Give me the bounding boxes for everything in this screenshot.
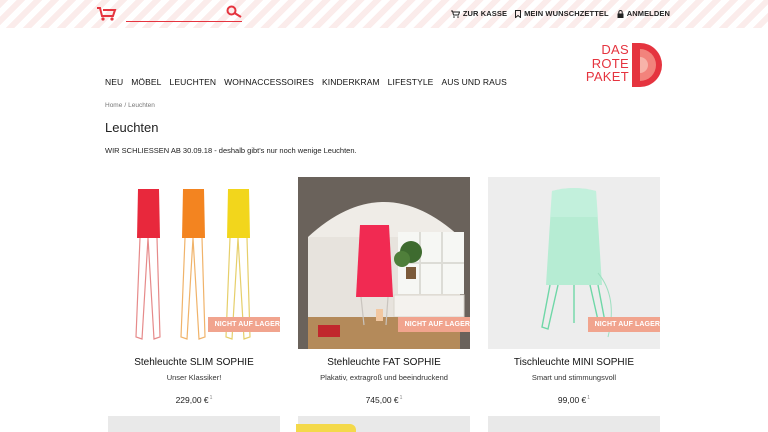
bookmark-icon [515, 9, 522, 18]
search-bar [126, 4, 242, 22]
product-image-next-row[interactable] [108, 416, 280, 432]
nav-item-kinderkram[interactable]: KINDERKRAM [322, 77, 380, 87]
product-card[interactable]: NICHT AUF LAGER Stehleuchte FAT SOPHIE P… [298, 177, 470, 405]
cart-icon [450, 10, 460, 18]
lock-icon [617, 9, 624, 18]
account-links: ZUR KASSE MEIN WUNSCHZETTEL ANMELDEN [450, 9, 670, 18]
product-description: Unser Klassiker! [166, 373, 222, 382]
brand-logo[interactable]: DAS ROTE PAKET [583, 40, 669, 92]
product-image[interactable]: NICHT AUF LAGER [108, 177, 280, 349]
product-image[interactable]: NICHT AUF LAGER [298, 177, 470, 349]
price-footnote: 1 [209, 395, 213, 402]
top-bar: ZUR KASSE MEIN WUNSCHZETTEL ANMELDEN [0, 0, 768, 28]
breadcrumb-separator: / [124, 102, 127, 109]
out-of-stock-badge: NICHT AUF LAGER [207, 317, 280, 332]
nav-item-neu[interactable]: NEU [105, 77, 123, 87]
product-price: 99,00 €1 [557, 395, 591, 405]
product-card[interactable]: NICHT AUF LAGER Stehleuchte SLIM SOPHIE … [108, 177, 280, 405]
login-link[interactable]: ANMELDEN [617, 9, 670, 18]
nav-item-moebel[interactable]: MÖBEL [131, 77, 161, 87]
product-card[interactable]: NICHT AUF LAGER Tischleuchte MINI SOPHIE… [488, 177, 660, 405]
product-image[interactable]: NICHT AUF LAGER [488, 177, 660, 349]
nav-item-wohnaccessoires[interactable]: WOHNACCESSOIRES [224, 77, 314, 87]
search-input[interactable] [126, 4, 222, 20]
main-navigation: NEU MÖBEL LEUCHTEN WOHNACCESSOIRES KINDE… [105, 77, 507, 87]
product-name[interactable]: Stehleuchte SLIM SOPHIE [108, 357, 280, 368]
product-name[interactable]: Tischleuchte MINI SOPHIE [488, 357, 660, 368]
wishlist-link[interactable]: MEIN WUNSCHZETTEL [515, 9, 609, 18]
closing-notice: WIR SCHLIESSEN AB 30.09.18 - deshalb gib… [105, 146, 357, 155]
product-description: Plakativ, extragroß und beeindruckend [320, 373, 448, 382]
breadcrumb-home[interactable]: Home [105, 102, 122, 109]
nav-item-leuchten[interactable]: LEUCHTEN [170, 77, 217, 87]
breadcrumb: Home / Leuchten [105, 102, 155, 109]
brand-d-icon [632, 43, 662, 87]
page-title: Leuchten [105, 120, 159, 135]
product-description: Smart und stimmungsvoll [531, 373, 617, 382]
breadcrumb-current: Leuchten [128, 102, 155, 109]
product-tag [296, 424, 356, 432]
product-image-next-row[interactable] [488, 416, 660, 432]
price-footnote: 1 [399, 395, 403, 402]
cart-logo-icon[interactable] [97, 7, 117, 21]
checkout-label: ZUR KASSE [462, 9, 508, 18]
login-label: ANMELDEN [626, 9, 670, 18]
brand-wordmark: DAS ROTE PAKET [585, 42, 629, 84]
nav-item-aus-und-raus[interactable]: AUS UND RAUS [441, 77, 506, 87]
out-of-stock-badge: NICHT AUF LAGER [587, 317, 660, 332]
wishlist-label: MEIN WUNSCHZETTEL [524, 9, 609, 18]
product-price: 745,00 €1 [365, 395, 403, 405]
out-of-stock-badge: NICHT AUF LAGER [397, 317, 470, 332]
product-name[interactable]: Stehleuchte FAT SOPHIE [298, 357, 470, 368]
checkout-link[interactable]: ZUR KASSE [450, 9, 508, 18]
nav-item-lifestyle[interactable]: LIFESTYLE [388, 77, 434, 87]
product-price: 229,00 €1 [175, 395, 213, 405]
price-footnote: 1 [587, 395, 591, 402]
search-icon[interactable] [226, 5, 242, 19]
